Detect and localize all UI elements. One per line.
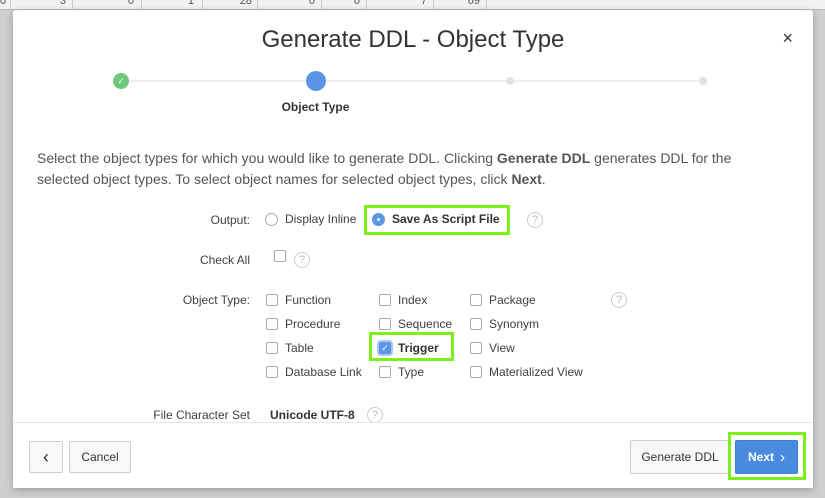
wizard-progress-track bbox=[121, 80, 704, 82]
cell: 3 bbox=[59, 0, 66, 7]
cell: 0 bbox=[0, 0, 7, 7]
object-type-view[interactable]: View bbox=[470, 341, 515, 355]
checkbox-label: Procedure bbox=[285, 317, 341, 331]
checkbox-label: Database Link bbox=[285, 365, 362, 379]
checkbox[interactable] bbox=[379, 366, 391, 378]
object-type-label: Object Type: bbox=[182, 293, 250, 307]
step-label: Object Type bbox=[281, 100, 350, 114]
generate-ddl-dialog: Generate DDL - Object Type × ✓ Object Ty… bbox=[13, 10, 813, 488]
checkbox[interactable] bbox=[266, 294, 278, 306]
object-type-trigger[interactable]: ✓ Trigger bbox=[379, 341, 439, 355]
object-type-materialized-view[interactable]: Materialized View bbox=[470, 365, 583, 379]
object-type-index[interactable]: Index bbox=[379, 293, 427, 307]
radio[interactable] bbox=[372, 212, 385, 226]
checkbox-label: View bbox=[489, 341, 515, 355]
step-complete-check-icon: ✓ bbox=[113, 73, 129, 89]
dialog-footer: ‹ Cancel Generate DDL Next › bbox=[13, 422, 813, 488]
dialog-title: Generate DDL - Object Type bbox=[261, 26, 565, 53]
cell: 69 bbox=[467, 0, 480, 7]
cell: 28 bbox=[239, 0, 252, 7]
next-button[interactable]: Next › bbox=[735, 440, 798, 474]
step-current bbox=[306, 71, 326, 91]
cancel-button[interactable]: Cancel bbox=[69, 441, 131, 473]
intro-text: . bbox=[541, 171, 546, 187]
intro-text: Select the object types for which you wo… bbox=[37, 150, 497, 166]
checkbox[interactable] bbox=[379, 318, 391, 330]
charset-label: File Character Set bbox=[153, 408, 250, 422]
object-type-package[interactable]: Package bbox=[470, 293, 536, 307]
charset-value: Unicode UTF-8 bbox=[270, 408, 355, 422]
help-icon[interactable]: ? bbox=[367, 407, 383, 423]
help-icon[interactable]: ? bbox=[527, 212, 543, 228]
check-all-checkbox[interactable] bbox=[274, 250, 286, 262]
cell: 1 bbox=[187, 0, 194, 7]
chevron-right-icon: › bbox=[780, 448, 785, 466]
help-icon[interactable]: ? bbox=[294, 252, 310, 268]
cell: 0 bbox=[353, 0, 360, 7]
object-type-function[interactable]: Function bbox=[266, 293, 331, 307]
checkbox-label: Sequence bbox=[398, 317, 453, 331]
object-type-table[interactable]: Table bbox=[266, 341, 314, 355]
radio-label: Display Inline bbox=[285, 212, 357, 226]
cell: 7 bbox=[420, 0, 427, 7]
generate-ddl-button[interactable]: Generate DDL bbox=[630, 440, 730, 474]
checkbox-label: Index bbox=[398, 293, 428, 307]
object-type-database-link[interactable]: Database Link bbox=[266, 365, 362, 379]
checkbox-label: Table bbox=[285, 341, 314, 355]
object-type-sequence[interactable]: Sequence bbox=[379, 317, 452, 331]
object-type-procedure[interactable]: Procedure bbox=[266, 317, 340, 331]
instructions: Select the object types for which you wo… bbox=[37, 148, 777, 190]
checkbox-label: Trigger bbox=[398, 341, 439, 355]
check-all-label: Check All bbox=[199, 253, 250, 267]
checkbox[interactable] bbox=[470, 318, 482, 330]
output-label: Output: bbox=[210, 213, 250, 227]
object-type-type[interactable]: Type bbox=[379, 365, 424, 379]
step-pending bbox=[699, 77, 707, 85]
radio-save-as-script-file[interactable]: Save As Script File bbox=[372, 212, 500, 226]
checkbox[interactable] bbox=[470, 294, 482, 306]
checkbox[interactable] bbox=[470, 342, 482, 354]
next-label: Next bbox=[747, 450, 774, 464]
checkbox[interactable] bbox=[470, 366, 482, 378]
help-icon[interactable]: ? bbox=[611, 292, 627, 308]
radio-label: Save As Script File bbox=[392, 212, 500, 226]
intro-bold: Generate DDL bbox=[496, 150, 591, 166]
close-icon[interactable]: × bbox=[782, 28, 793, 49]
background-table-row: 0 3 0 1 28 0 0 7 69 bbox=[0, 0, 825, 10]
checkbox[interactable] bbox=[274, 250, 286, 262]
checkbox-label: Function bbox=[285, 293, 332, 307]
checkbox[interactable] bbox=[266, 342, 278, 354]
checkbox-label: Materialized View bbox=[489, 365, 583, 379]
radio-display-inline[interactable]: Display Inline bbox=[265, 212, 356, 226]
cell: 0 bbox=[308, 0, 315, 7]
object-type-synonym[interactable]: Synonym bbox=[470, 317, 539, 331]
checkbox-label: Package bbox=[489, 293, 536, 307]
checkbox-label: Synonym bbox=[489, 317, 540, 331]
checkbox[interactable] bbox=[379, 294, 391, 306]
intro-bold: Next bbox=[511, 171, 542, 187]
checkbox-label: Type bbox=[398, 365, 425, 379]
back-button[interactable]: ‹ bbox=[29, 441, 63, 473]
step-pending bbox=[506, 77, 514, 85]
checkbox[interactable]: ✓ bbox=[379, 342, 391, 354]
radio[interactable] bbox=[265, 212, 278, 226]
checkbox[interactable] bbox=[266, 318, 278, 330]
cell: 0 bbox=[127, 0, 134, 7]
checkbox[interactable] bbox=[266, 366, 278, 378]
